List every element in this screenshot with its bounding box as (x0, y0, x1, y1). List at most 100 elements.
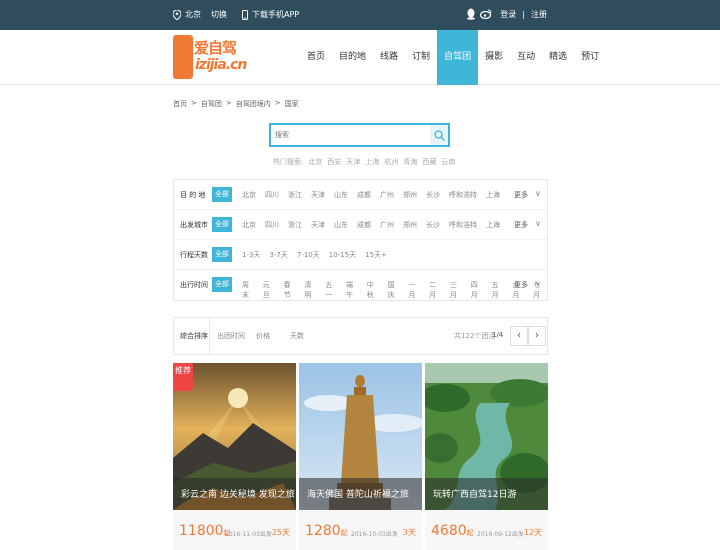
filter-option[interactable]: 四川 (265, 190, 279, 200)
filter-option[interactable]: 成都 (357, 190, 371, 200)
breadcrumb-home[interactable]: 首页 (173, 99, 187, 109)
filter-all-button[interactable]: 全部 (212, 277, 232, 292)
hot-search-link[interactable]: 北京 (308, 157, 322, 167)
trip-date: 2016-10-03出发 (351, 531, 398, 538)
nav-item-featured[interactable]: 精选 (542, 30, 574, 85)
filter-option[interactable]: 广州 (380, 220, 394, 230)
filter-option[interactable]: 北京 (242, 190, 256, 200)
filter-option[interactable]: 浙江 (288, 220, 302, 230)
filter-option[interactable]: 国庆 (388, 280, 402, 300)
filter-option[interactable]: 二月 (429, 280, 443, 300)
nav-item-interact[interactable]: 互动 (510, 30, 542, 85)
filter-option[interactable]: 北京 (242, 220, 256, 230)
filter-option[interactable]: 山东 (334, 190, 348, 200)
sort-by-date[interactable]: 出团时间 (217, 331, 245, 341)
filter-option[interactable]: 郑州 (403, 220, 417, 230)
filter-more-link[interactable]: 更多 (514, 220, 528, 230)
filter-option[interactable]: 一月 (408, 280, 422, 300)
chevron-down-icon[interactable]: ∨ (535, 219, 541, 228)
filter-option[interactable]: 春节 (284, 280, 298, 300)
filter-option[interactable]: 成都 (357, 220, 371, 230)
nav-item-home[interactable]: 首页 (300, 30, 332, 85)
filter-option[interactable]: 上海 (486, 220, 500, 230)
hot-search-link[interactable]: 西藏 (422, 157, 436, 167)
weibo-icon[interactable] (480, 9, 492, 19)
hot-search-link[interactable]: 上海 (365, 157, 379, 167)
filter-option[interactable]: 长沙 (426, 190, 440, 200)
filter-more-link[interactable]: 更多 (514, 280, 528, 290)
prev-page-button[interactable]: ‹ (510, 326, 528, 346)
search-input[interactable] (275, 128, 425, 142)
logo[interactable]: 爱自驾 izijia.cn (173, 35, 247, 79)
trip-caption: 玩转广西自驾12日游 (425, 478, 548, 510)
switch-city-link[interactable]: 切换 (211, 9, 227, 20)
filter-all-button[interactable]: 全部 (212, 217, 232, 232)
hot-search-link[interactable]: 云南 (441, 157, 455, 167)
hot-search-link[interactable]: 青海 (403, 157, 417, 167)
filter-option[interactable]: 10-15天 (329, 250, 356, 260)
chevron-down-icon[interactable]: ∨ (535, 279, 541, 288)
breadcrumb-domestic[interactable]: 自驾团境内 (236, 99, 271, 109)
sort-default[interactable]: 综合排序 (180, 331, 208, 341)
register-link[interactable]: 注册 (531, 9, 547, 20)
nav-item-booking[interactable]: 预订 (574, 30, 606, 85)
nav-item-selfdrive-group[interactable]: 自驾团 (437, 30, 479, 85)
filter-option[interactable]: 清明 (304, 280, 318, 300)
hot-search-link[interactable]: 西安 (327, 157, 341, 167)
trip-price: 4680起 (431, 523, 474, 539)
filter-all-button[interactable]: 全部 (212, 247, 232, 262)
chevron-down-icon[interactable]: ∨ (535, 189, 541, 198)
trip-card[interactable]: 推荐 彩云之南 边关秘境 发现之旅 11800起 2016-11-03出发 25… (173, 363, 296, 550)
login-link[interactable]: 登录 (500, 9, 516, 20)
trip-card[interactable]: 海天佛国 普陀山祈福之旅 1280起 2016-10-03出发 3天 (299, 363, 422, 550)
filter-option[interactable]: 郑州 (403, 190, 417, 200)
sort-by-days[interactable]: 天数 (290, 331, 304, 341)
trip-title[interactable]: 彩云之南 边关秘境 发现之旅 (181, 487, 295, 500)
filter-option[interactable]: 7-10天 (297, 250, 320, 260)
sort-by-price[interactable]: 价格 (256, 331, 270, 341)
nav-item-custom[interactable]: 订制 (405, 30, 437, 85)
filter-option[interactable]: 天津 (311, 220, 325, 230)
filter-option[interactable]: 呼和浩特 (449, 190, 477, 200)
page-indicator: 1/4 (492, 331, 504, 339)
filter-option[interactable]: 中秋 (367, 280, 381, 300)
download-app-link[interactable]: 下载手机APP (242, 9, 299, 20)
filter-option[interactable]: 3-7天 (269, 250, 287, 260)
trip-title[interactable]: 玩转广西自驾12日游 (433, 487, 516, 500)
breadcrumb-selfdrive[interactable]: 自驾团 (201, 99, 222, 109)
breadcrumb-separator: > (191, 99, 197, 107)
qq-icon[interactable] (466, 8, 476, 20)
search-button[interactable] (430, 125, 448, 145)
trip-price: 1280起 (305, 523, 348, 539)
filter-option[interactable]: 上海 (486, 190, 500, 200)
filter-more-link[interactable]: 更多 (514, 190, 528, 200)
hot-search-link[interactable]: 天津 (346, 157, 360, 167)
filter-option[interactable]: 四月 (471, 280, 485, 300)
filter-option[interactable]: 15天+ (365, 250, 387, 260)
nav-item-destination[interactable]: 目的地 (332, 30, 373, 85)
filter-option[interactable]: 五一 (325, 280, 339, 300)
filter-option[interactable]: 浙江 (288, 190, 302, 200)
filter-option[interactable]: 山东 (334, 220, 348, 230)
filter-option[interactable]: 呼和浩特 (449, 220, 477, 230)
nav-item-photography[interactable]: 摄影 (478, 30, 510, 85)
filter-options: 周末 元旦 春节 清明 五一 端午 中秋 国庆 一月 二月 三月 四月 五月 六… (242, 280, 547, 300)
filter-option[interactable]: 周末 (242, 280, 256, 300)
next-page-button[interactable]: › (528, 326, 546, 346)
trip-title[interactable]: 海天佛国 普陀山祈福之旅 (307, 487, 409, 500)
filter-option[interactable]: 1-3天 (242, 250, 260, 260)
filter-options: 北京 四川 浙江 天津 山东 成都 广州 郑州 长沙 呼和浩特 上海 (242, 190, 500, 200)
filter-option[interactable]: 三月 (450, 280, 464, 300)
filter-option[interactable]: 元旦 (263, 280, 277, 300)
filter-all-button[interactable]: 全部 (212, 187, 232, 202)
filter-option[interactable]: 五月 (492, 280, 506, 300)
trip-card[interactable]: 玩转广西自驾12日游 4680起 2016-09-12出发 12天 (425, 363, 548, 550)
filter-option[interactable]: 端午 (346, 280, 360, 300)
nav-item-routes[interactable]: 线路 (373, 30, 405, 85)
hot-search-link[interactable]: 杭州 (384, 157, 398, 167)
filter-option[interactable]: 四川 (265, 220, 279, 230)
filter-option[interactable]: 广州 (380, 190, 394, 200)
filter-option[interactable]: 天津 (311, 190, 325, 200)
filter-option[interactable]: 长沙 (426, 220, 440, 230)
location[interactable]: 北京 切换 (173, 9, 227, 20)
